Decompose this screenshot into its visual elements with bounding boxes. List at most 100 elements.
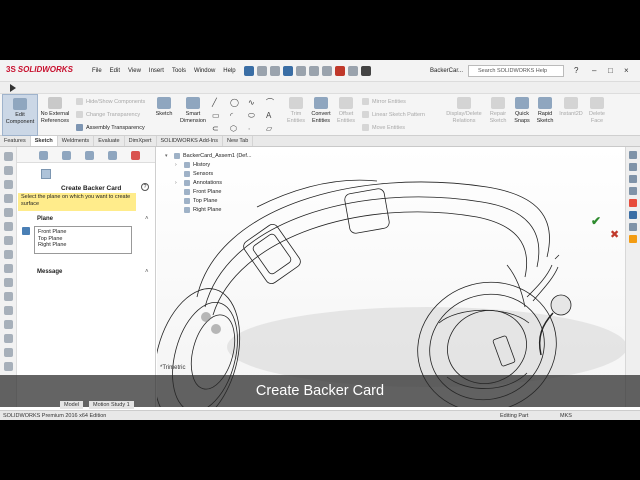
sketch-fillet-icon[interactable]: ⌒ [266, 98, 282, 108]
task-icon[interactable] [4, 180, 13, 189]
options-gear-icon[interactable] [361, 66, 371, 76]
menu-insert[interactable]: Insert [149, 68, 164, 74]
solidworks-forum-icon[interactable] [629, 235, 637, 243]
circle-icon[interactable]: ◯ [230, 98, 246, 108]
minimize-icon[interactable]: – [592, 66, 596, 75]
collapse-icon[interactable]: ˄ [145, 269, 149, 275]
text-icon[interactable]: A [266, 111, 282, 121]
mirror-entities-button[interactable]: Mirror Entities [362, 98, 406, 105]
tree-item-history[interactable]: › History [165, 160, 251, 169]
assembly-transparency-button[interactable]: Assembly Transparency [76, 124, 145, 131]
units-selector[interactable]: MKS [560, 411, 572, 420]
confirm-ok-icon[interactable]: ✔ [591, 214, 601, 228]
tab-motion-study[interactable]: Motion Study 1 [88, 401, 134, 409]
file-explorer-icon[interactable] [629, 187, 637, 195]
feature-manager-icon[interactable] [39, 151, 48, 160]
edit-component-button[interactable]: Edit Component [2, 94, 38, 136]
select-icon[interactable] [322, 66, 332, 76]
no-external-references-button[interactable]: No External References [40, 97, 70, 124]
task-icon[interactable] [4, 334, 13, 343]
custom-properties-icon[interactable] [629, 223, 637, 231]
solidworks-logo[interactable]: 3S SOLIDWORKS [6, 65, 73, 74]
rectangle-icon[interactable]: ▭ [212, 111, 228, 121]
convert-entities-button[interactable]: Convert Entities [308, 97, 334, 124]
property-manager-icon[interactable] [62, 151, 71, 160]
tab-weldments[interactable]: Weldments [58, 136, 95, 146]
smart-dimension-button[interactable]: Smart Dimension [178, 97, 208, 124]
tree-item-top-plane[interactable]: Top Plane [165, 196, 251, 205]
offset-entities-button[interactable]: Offset Entities [334, 97, 358, 124]
trim-entities-button[interactable]: Trim Entities [284, 97, 308, 124]
menu-edit[interactable]: Edit [110, 68, 120, 74]
new-document-icon[interactable] [257, 66, 267, 76]
run-icon[interactable] [10, 84, 16, 92]
tree-item-front-plane[interactable]: Front Plane [165, 187, 251, 196]
task-icon[interactable] [4, 166, 13, 175]
close-icon[interactable]: × [624, 66, 629, 75]
traffic-light-icon[interactable] [335, 66, 345, 76]
configuration-manager-icon[interactable] [85, 151, 94, 160]
repair-sketch-button[interactable]: Repair Sketch [486, 97, 510, 124]
line-icon[interactable]: ╱ [212, 98, 228, 108]
help-icon[interactable]: ? [574, 66, 578, 75]
display-delete-relations-button[interactable]: Display/Delete Relations [444, 97, 484, 124]
tab-evaluate[interactable]: Evaluate [94, 136, 125, 146]
move-entities-button[interactable]: Move Entities [362, 124, 405, 131]
file-properties-icon[interactable] [348, 66, 358, 76]
task-icon[interactable] [4, 362, 13, 371]
hide-show-components-button[interactable]: Hide/Show Components [76, 98, 145, 105]
arc-icon[interactable]: ◜ [230, 111, 246, 121]
save-icon[interactable] [283, 66, 293, 76]
open-icon[interactable] [270, 66, 280, 76]
rapid-sketch-button[interactable]: Rapid Sketch [534, 97, 556, 124]
appearances-icon[interactable] [629, 199, 637, 207]
search-input[interactable]: Search SOLIDWORKS Help [468, 65, 564, 77]
pin-icon[interactable] [244, 66, 254, 76]
undo-icon[interactable] [309, 66, 319, 76]
tab-new[interactable]: New Tab [223, 136, 254, 146]
task-icon[interactable] [4, 236, 13, 245]
plane-section-title[interactable]: Plane [37, 216, 53, 222]
polygon-icon[interactable]: ⬡ [230, 124, 246, 134]
tab-model[interactable]: Model [60, 401, 83, 409]
plane-list[interactable]: Front Plane Top Plane Right Plane [34, 226, 132, 254]
point-icon[interactable]: ∙ [248, 124, 264, 134]
task-icon[interactable] [4, 306, 13, 315]
change-transparency-button[interactable]: Change Transparency [76, 111, 140, 118]
sketch-button[interactable]: Sketch [152, 97, 176, 118]
delete-face-button[interactable]: Delete Face [586, 97, 608, 124]
tree-item-right-plane[interactable]: Right Plane [165, 205, 251, 214]
print-icon[interactable] [296, 66, 306, 76]
ellipse-icon[interactable]: ⬭ [248, 111, 264, 121]
instant2d-button[interactable]: Instant2D [558, 97, 584, 118]
task-icon[interactable] [4, 264, 13, 273]
task-icon[interactable] [4, 278, 13, 287]
display-manager-icon[interactable] [131, 151, 140, 160]
dimxpert-manager-icon[interactable] [108, 151, 117, 160]
graphics-area[interactable]: ▾ BackerCard_Assem1 (Def... › History Sens… [157, 147, 625, 407]
collapse-icon[interactable]: ˄ [145, 216, 149, 222]
tab-dimxpert[interactable]: DimXpert [125, 136, 157, 146]
menu-view[interactable]: View [128, 68, 141, 74]
menu-tools[interactable]: Tools [172, 68, 186, 74]
task-icon[interactable] [4, 222, 13, 231]
tab-sketch[interactable]: Sketch [30, 136, 58, 146]
tree-item-sensors[interactable]: Sensors [165, 169, 251, 178]
menu-help[interactable]: Help [223, 68, 235, 74]
quick-snaps-button[interactable]: Quick Snaps [510, 97, 534, 124]
tree-item-annotations[interactable]: › Annotations [165, 178, 251, 187]
confirm-cancel-icon[interactable]: ✖ [610, 228, 619, 241]
task-icon[interactable] [4, 208, 13, 217]
design-library-icon[interactable] [629, 175, 637, 183]
linear-sketch-pattern-button[interactable]: Linear Sketch Pattern [362, 111, 425, 118]
slot-icon[interactable]: ⊂ [212, 124, 228, 134]
task-icon[interactable] [4, 194, 13, 203]
task-icon[interactable] [4, 250, 13, 259]
spline-icon[interactable]: ∿ [248, 98, 264, 108]
task-icon[interactable] [4, 320, 13, 329]
view-palette-icon[interactable] [629, 211, 637, 219]
help-icon[interactable]: ? [141, 183, 149, 191]
tab-addins[interactable]: SOLIDWORKS Add-Ins [157, 136, 223, 146]
home-icon[interactable] [629, 151, 637, 159]
restore-icon[interactable]: □ [608, 66, 613, 75]
